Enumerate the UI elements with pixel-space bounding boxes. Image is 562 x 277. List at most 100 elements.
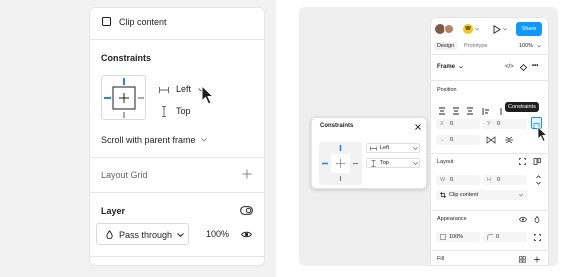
tab-design[interactable]: Design [434,42,458,50]
corner-radius-value: 0 [496,234,500,240]
alignment-buttons[interactable] [437,103,505,115]
constraint-diagram-icon [322,145,358,181]
constraints-tooltip: Constraints [505,102,539,112]
vertical-constraint-icon [371,160,376,167]
code-icon[interactable]: </> [505,64,514,70]
divider [431,250,548,251]
rotation-icon: ∟ [440,137,446,143]
clip-content-label: Clip content [119,17,167,27]
popup-vertical-select[interactable]: Top [366,158,420,168]
x-value: 0 [450,121,454,127]
layout-title: Layout [437,159,454,165]
layer-title: Layer [101,206,126,216]
drop-icon [106,230,113,239]
popup-title: Constraints [320,123,354,129]
popup-vertical-value: Top [380,160,389,166]
blend-mode-value: Pass through [119,230,173,240]
horizontal-constraint-value: Left [176,84,192,94]
mouse-cursor-icon [201,85,215,105]
horizontal-constraint-icon [370,146,377,151]
avatar[interactable]: W [463,24,473,34]
play-icon[interactable] [493,25,501,34]
clip-content-value: Clip content [449,192,479,198]
frame-label: Frame [437,64,456,70]
y-field[interactable]: Y 0 [483,119,527,129]
layer-opacity-value[interactable]: 100% [206,229,229,239]
scroll-with-parent-label: Scroll with parent frame [101,135,196,145]
chevron-down-icon [459,66,463,69]
scroll-with-parent-select[interactable]: Scroll with parent frame [101,135,207,145]
layout-grid-label: Layout Grid [101,170,148,180]
share-button-label: Share [521,26,537,32]
vertical-constraint-select[interactable]: Top [159,106,209,118]
component-icon[interactable] [520,64,527,71]
corner-radius-icon [487,234,493,240]
blend-mode-select[interactable]: Pass through [96,223,189,245]
width-field[interactable]: W 0 [436,175,480,185]
chevron-down-icon [201,138,207,142]
divider [431,153,548,154]
constraints-title: Constraints [101,53,152,63]
avatar[interactable] [444,24,454,34]
layer-visibility-toggle-icon[interactable] [240,206,253,215]
fill-title: Fill [437,256,445,262]
corner-radius-field[interactable]: 0 [483,232,527,242]
chevron-down-icon[interactable] [503,28,507,31]
divider [90,192,264,193]
popup-constraint-widget[interactable] [319,142,362,185]
constraint-diagram-icon [104,78,144,118]
clip-content-checkbox[interactable] [102,17,111,26]
constraints-popup: Constraints Left Top [311,117,427,189]
rotation-value: 0 [450,137,454,143]
divider [431,80,548,81]
chevron-down-icon [413,162,418,165]
layout-options-icons[interactable] [519,158,541,165]
resize-icon[interactable] [536,175,541,185]
height-field[interactable]: H 0 [483,175,527,185]
vertical-constraint-icon [162,106,166,117]
frame-select[interactable]: Frame [437,64,455,70]
close-icon[interactable] [415,124,421,130]
width-value: 0 [450,177,454,183]
left-design-panel: Clip content Constraints Left Top Scroll… [89,7,265,266]
divider [90,256,264,257]
chevron-down-icon[interactable] [475,28,479,31]
add-layout-grid-icon[interactable] [242,169,252,179]
chevron-down-icon [537,45,541,48]
zoom-value: 100% [519,43,534,49]
zoom-select[interactable]: 100% [519,43,533,49]
mouse-cursor-icon [537,126,548,142]
popup-horizontal-select[interactable]: Left [366,143,420,153]
flip-icons[interactable] [486,136,516,144]
align-icons [439,107,502,115]
divider [90,39,264,40]
eye-icon[interactable] [241,231,252,238]
height-value: 0 [497,177,501,183]
rotation-field[interactable]: ∟ 0 [436,135,480,145]
independent-corners-icon[interactable] [534,234,541,241]
more-options-icon[interactable]: ••• [532,63,538,69]
constraint-widget[interactable] [101,75,146,120]
share-button[interactable]: Share [516,22,542,36]
appearance-title: Appearance [437,216,467,222]
x-field[interactable]: X 0 [436,119,480,129]
fill-options-icons[interactable] [519,256,541,263]
divider [431,210,548,211]
chevron-down-icon [177,233,184,237]
clip-content-icon [440,192,446,198]
appearance-icons[interactable] [519,216,541,223]
chevron-down-icon [413,147,418,150]
clip-content-select[interactable]: Clip content [436,190,528,200]
avatar-initial: W [465,26,471,32]
vertical-constraint-value: Top [176,106,191,116]
opacity-field[interactable]: 100% [436,232,480,242]
properties-panel: W Share Design Prototype 100% Frame </> … [430,17,549,266]
horizontal-constraint-icon [159,87,169,93]
opacity-value: 100% [449,234,464,240]
tab-prototype[interactable]: Prototype [464,43,488,49]
divider [431,54,548,55]
y-value: 0 [497,121,501,127]
chevron-down-icon [519,194,523,197]
opacity-icon [440,234,446,240]
divider [90,157,264,158]
